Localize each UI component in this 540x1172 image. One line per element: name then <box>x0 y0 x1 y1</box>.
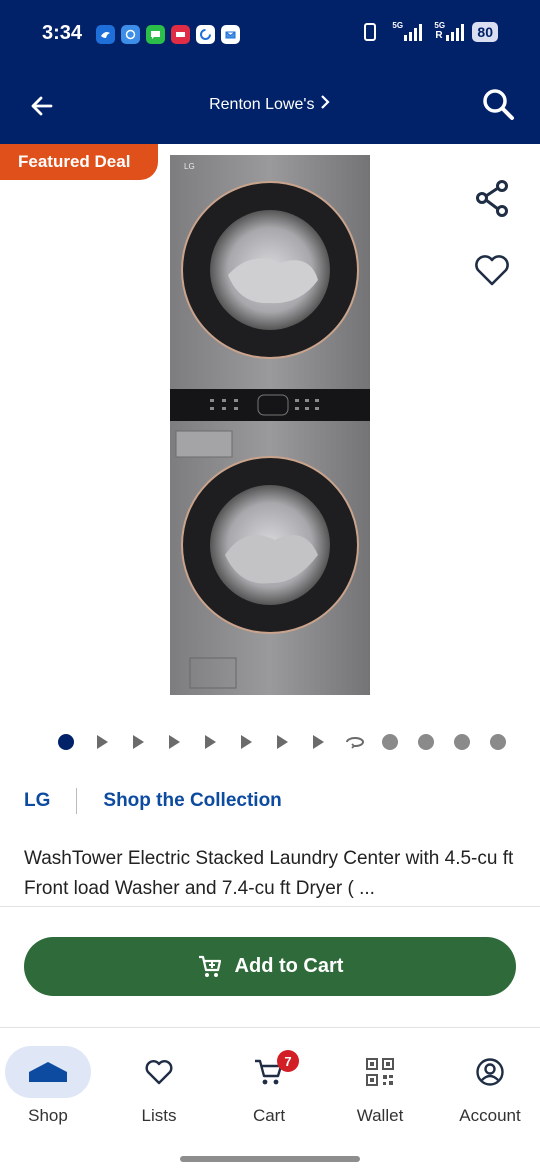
tab-label: Shop <box>28 1106 68 1125</box>
home-indicator[interactable] <box>180 1156 360 1162</box>
video-thumb-icon[interactable] <box>205 735 216 749</box>
tab-label: Cart <box>252 1106 286 1125</box>
signal-icon-roaming: 5G R <box>434 21 465 41</box>
status-time: 3:34 <box>42 22 83 44</box>
search-button[interactable] <box>478 84 518 124</box>
carousel-dot[interactable] <box>490 734 506 750</box>
store-name: Renton Lowe's <box>209 95 315 113</box>
carousel-dot[interactable] <box>418 734 434 750</box>
qr-code-icon <box>328 1046 432 1098</box>
shop-collection-link[interactable]: Shop the Collection <box>103 790 281 812</box>
video-thumb-icon[interactable] <box>169 735 180 749</box>
featured-deal-badge: Featured Deal <box>0 144 158 180</box>
vibrate-icon <box>364 23 377 41</box>
cart-count-badge: 7 <box>277 1050 299 1072</box>
brand-row: LG Shop the Collection <box>24 786 282 816</box>
status-bar: 3:34 5G 5G R 80 <box>0 0 540 70</box>
search-icon <box>483 89 514 120</box>
product-title: WashTower Electric Stacked Laundry Cente… <box>24 848 514 899</box>
house-icon <box>5 1046 91 1098</box>
bottom-navigation: Shop Lists 7 Cart Wallet Account <box>0 1028 540 1138</box>
share-button[interactable] <box>472 178 512 218</box>
tab-label: Lists <box>141 1106 177 1125</box>
video-thumb-icon[interactable] <box>133 735 144 749</box>
cart-icon <box>198 955 221 977</box>
divider <box>0 906 540 907</box>
bird-app-icon <box>96 25 115 44</box>
heart-icon <box>475 255 509 286</box>
rotate-360-icon[interactable] <box>344 734 364 750</box>
video-thumb-icon[interactable] <box>313 735 324 749</box>
add-to-cart-button[interactable]: Add to Cart <box>24 937 516 996</box>
product-image[interactable]: LG <box>170 155 370 695</box>
video-thumb-icon[interactable] <box>97 735 108 749</box>
tab-lists[interactable]: Lists <box>107 1046 211 1126</box>
divider <box>76 788 78 814</box>
tab-shop[interactable]: Shop <box>0 1046 100 1126</box>
brand-link[interactable]: LG <box>24 790 50 812</box>
tab-account[interactable]: Account <box>438 1046 540 1126</box>
battery-level: 80 <box>472 22 498 42</box>
video-thumb-icon[interactable] <box>277 735 288 749</box>
add-to-cart-label: Add to Cart <box>234 955 344 977</box>
chevron-right-icon <box>319 94 331 115</box>
signal-icon: 5G <box>392 21 423 41</box>
image-carousel-indicators <box>0 730 540 754</box>
account-icon <box>438 1046 540 1098</box>
app-header: 3:34 5G 5G R 80 Renton Lowe's <box>0 0 540 144</box>
tab-cart[interactable]: 7 Cart <box>217 1046 321 1126</box>
sync-app-icon <box>196 25 215 44</box>
favorite-button[interactable] <box>472 250 512 290</box>
tab-label: Wallet <box>356 1106 404 1125</box>
heart-icon <box>107 1046 211 1098</box>
mail-app-icon <box>221 25 240 44</box>
nav-bar: Renton Lowe's <box>0 70 540 144</box>
share-icon <box>476 180 508 217</box>
store-selector[interactable]: Renton Lowe's <box>0 94 540 115</box>
tab-wallet[interactable]: Wallet <box>328 1046 432 1126</box>
carousel-dot-active[interactable] <box>58 734 74 750</box>
carousel-dot[interactable] <box>382 734 398 750</box>
carousel-dot[interactable] <box>454 734 470 750</box>
ring-app-icon <box>121 25 140 44</box>
video-thumb-icon[interactable] <box>241 735 252 749</box>
messages-app-icon <box>146 25 165 44</box>
brand-logo-text: LG <box>184 162 195 171</box>
news-app-icon <box>171 25 190 44</box>
cart-icon <box>217 1046 321 1098</box>
notification-icons <box>96 25 240 44</box>
tab-label: Account <box>459 1106 521 1125</box>
status-indicators: 5G 5G R 80 <box>364 21 498 42</box>
